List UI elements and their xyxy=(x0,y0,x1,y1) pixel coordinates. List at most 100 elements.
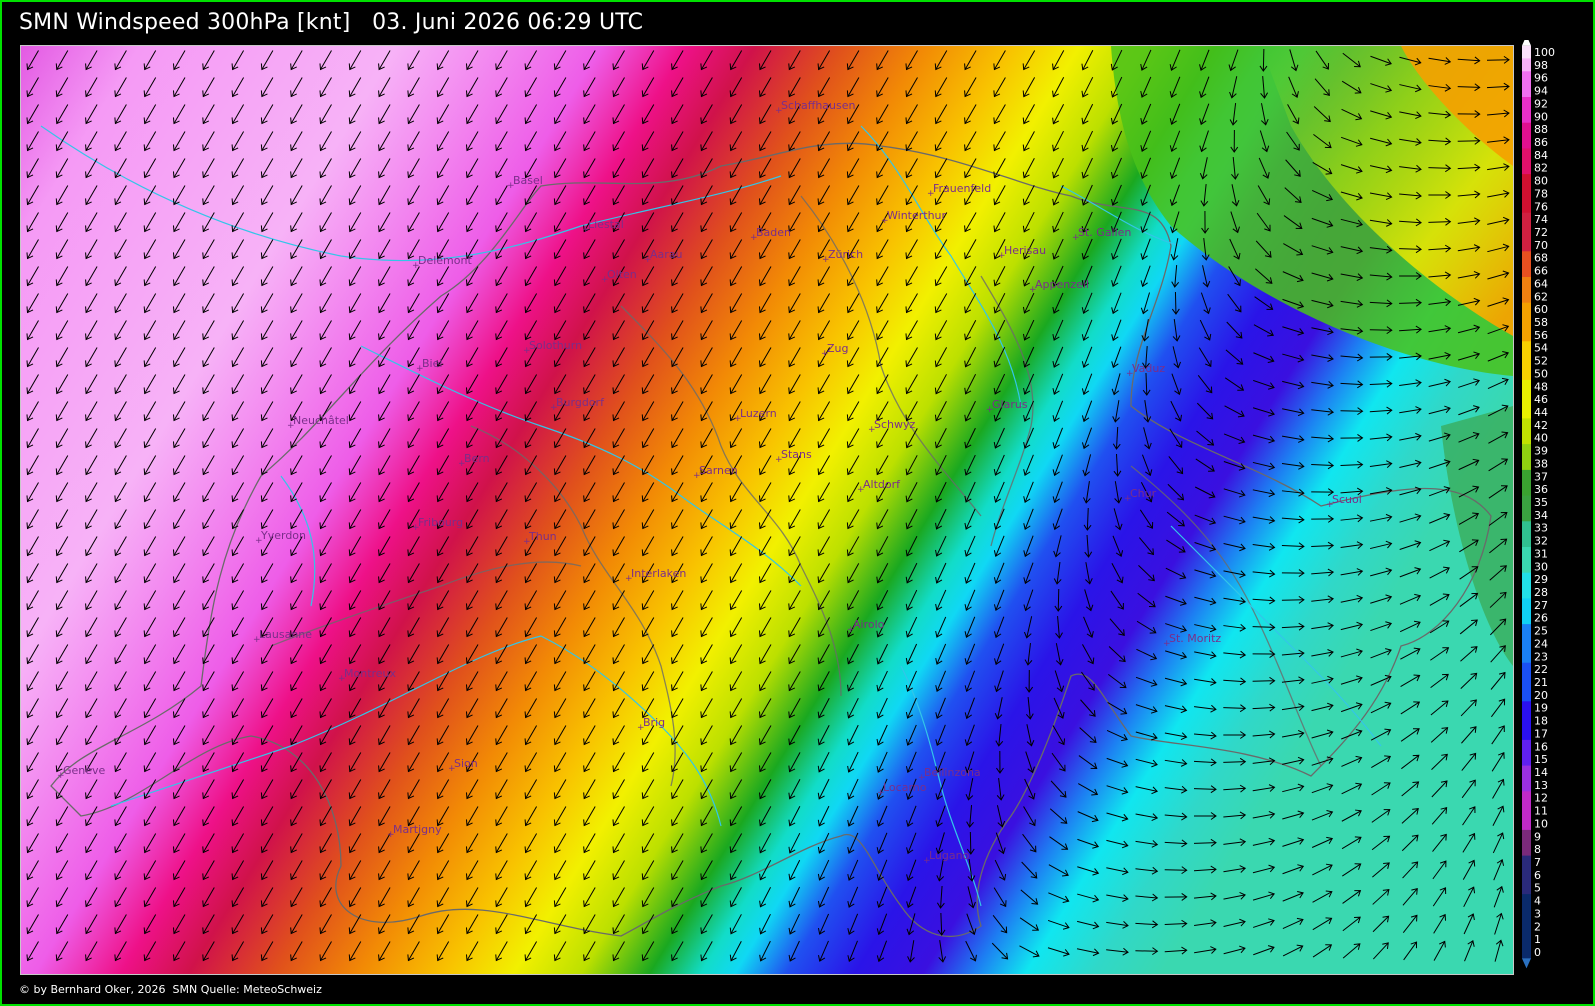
legend-tick-label: 100 xyxy=(1534,46,1555,59)
city-label: Vaduz xyxy=(1132,362,1165,375)
city-label: Genève xyxy=(63,764,106,777)
city-label: Winterthur xyxy=(887,209,947,222)
city-label: Martigny xyxy=(393,823,442,836)
legend-swatch xyxy=(1522,71,1531,85)
color-legend: 100 98 96 94 92 90 88 86 84 82 80 78 76 74 72 70 68 66 64 6… xyxy=(1522,35,1595,980)
city-marker-icon: + xyxy=(601,275,609,285)
legend-tick-label: 44 xyxy=(1534,406,1548,419)
legend-tick-label: 33 xyxy=(1534,522,1548,535)
legend-swatch xyxy=(1522,881,1531,895)
city-label: Brig xyxy=(643,716,665,729)
city-marker-icon: + xyxy=(416,364,424,374)
legend-swatch xyxy=(1522,932,1531,947)
city-marker-icon: + xyxy=(287,421,295,431)
city-marker-icon: + xyxy=(750,233,758,243)
city-marker-icon: + xyxy=(57,771,65,781)
legend-tick-label: 70 xyxy=(1534,239,1548,252)
city-label: Baden xyxy=(756,226,791,239)
legend-tick-label: 98 xyxy=(1534,59,1548,72)
city-label: Lausanne xyxy=(259,628,312,641)
legend-tick-label: 31 xyxy=(1534,547,1548,560)
legend-swatch xyxy=(1522,945,1531,960)
legend-tick-label: 11 xyxy=(1534,805,1548,818)
legend-swatch xyxy=(1522,328,1531,342)
legend-tick-label: 88 xyxy=(1534,123,1548,136)
legend-swatch xyxy=(1522,804,1531,818)
legend-swatch xyxy=(1522,148,1531,162)
legend-tick-label: 50 xyxy=(1534,367,1548,380)
legend-swatch xyxy=(1522,482,1531,497)
legend-tick-label: 0 xyxy=(1534,946,1541,959)
legend-tick-label: 18 xyxy=(1534,715,1548,728)
legend-tick-label: 27 xyxy=(1534,599,1548,612)
city-marker-icon: + xyxy=(1072,233,1080,243)
legend-tick-label: 48 xyxy=(1534,380,1548,393)
city-label: Herisau xyxy=(1004,244,1046,257)
city-marker-icon: + xyxy=(734,414,742,424)
legend-swatch xyxy=(1522,187,1531,201)
city-label: Stans xyxy=(781,448,812,461)
legend-tick-label: 39 xyxy=(1534,445,1548,458)
legend-tick-label: 23 xyxy=(1534,650,1548,663)
legend-swatch xyxy=(1522,431,1531,445)
city-marker-icon: + xyxy=(1029,285,1037,295)
city-label: Interlaken xyxy=(631,567,686,580)
title-datetime: 03. Juni 2026 06:29 UTC xyxy=(372,10,644,35)
city-marker-icon: + xyxy=(253,635,261,645)
city-label: Schwyz xyxy=(874,418,916,431)
legend-swatch xyxy=(1522,559,1531,574)
legend-tick-label: 37 xyxy=(1534,470,1548,483)
legend-tick-label: 78 xyxy=(1534,187,1548,200)
city-label: Basel xyxy=(513,174,543,187)
city-marker-icon: + xyxy=(1326,500,1334,510)
legend-swatch xyxy=(1522,701,1531,715)
city-label: Montreux xyxy=(344,667,397,680)
city-marker-icon: + xyxy=(448,764,456,774)
city-label: Burgdorf xyxy=(556,396,605,409)
city-marker-icon: + xyxy=(868,425,876,435)
legend-swatch xyxy=(1522,238,1531,252)
city-marker-icon: + xyxy=(637,723,645,733)
legend-tick-label: 17 xyxy=(1534,727,1548,740)
legend-tick-label: 84 xyxy=(1534,149,1548,162)
city-label: Yverdon xyxy=(260,529,306,542)
city-marker-icon: + xyxy=(582,225,590,235)
city-marker-icon: + xyxy=(986,405,994,415)
legend-tick-label: 6 xyxy=(1534,869,1541,882)
legend-tick-label: 1 xyxy=(1534,933,1541,946)
legend-tick-label: 74 xyxy=(1534,213,1548,226)
city-label: Liestal xyxy=(588,218,624,231)
city-marker-icon: + xyxy=(387,830,395,840)
legend-swatch xyxy=(1522,251,1531,265)
city-marker-icon: + xyxy=(881,216,889,226)
city-marker-icon: + xyxy=(550,403,558,413)
city-label: Solothurn xyxy=(529,339,582,352)
legend-swatch xyxy=(1522,405,1531,420)
legend-tick-label: 86 xyxy=(1534,136,1548,149)
city-marker-icon: + xyxy=(523,537,531,547)
legend-swatch xyxy=(1522,662,1531,677)
city-marker-icon: + xyxy=(412,523,420,533)
city-marker-icon: + xyxy=(1163,639,1171,649)
footer-copyright: © by Bernhard Oker, 2026 xyxy=(19,983,166,996)
legend-tick-label: 12 xyxy=(1534,792,1548,805)
wind-map: Schaffhausen + Basel + Liestal + Frauenfeld + Wi… xyxy=(20,45,1514,975)
city-marker-icon: + xyxy=(857,485,865,495)
city-label: Zug xyxy=(827,342,849,355)
legend-tick-label: 24 xyxy=(1534,637,1548,650)
legend-swatch xyxy=(1522,894,1531,908)
legend-swatch xyxy=(1522,727,1531,741)
legend-tick-label: 92 xyxy=(1534,97,1548,110)
city-label: Schaffhausen xyxy=(781,99,856,112)
legend-swatch xyxy=(1522,379,1531,394)
legend-swatch xyxy=(1522,624,1531,638)
legend-tick-label: 40 xyxy=(1534,432,1548,445)
legend-tick-label: 3 xyxy=(1534,907,1541,920)
legend-swatch xyxy=(1522,264,1531,278)
city-label: Glarus xyxy=(992,398,1028,411)
legend-tick-label: 80 xyxy=(1534,175,1548,188)
legend-swatch xyxy=(1522,598,1531,612)
legend-swatch xyxy=(1522,572,1531,587)
legend-swatch xyxy=(1522,84,1531,98)
legend-swatch xyxy=(1522,302,1531,317)
